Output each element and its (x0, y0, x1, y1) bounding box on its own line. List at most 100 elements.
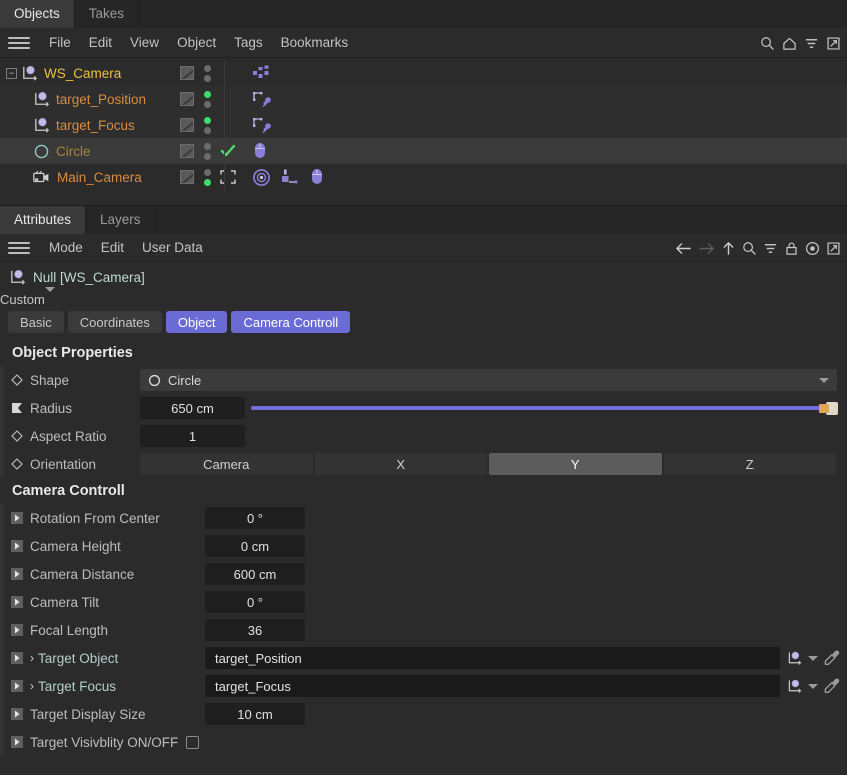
search-icon[interactable] (760, 36, 775, 51)
userdata-icon[interactable] (4, 511, 30, 525)
filter-icon[interactable] (804, 36, 819, 51)
tree-item-label: Circle (56, 143, 91, 159)
target-visibility-checkbox[interactable] (186, 735, 200, 749)
userdata-icon[interactable] (4, 595, 30, 609)
layout-preset-select[interactable]: Custom (0, 287, 847, 307)
orientation-option-y[interactable]: Y (489, 453, 662, 475)
userdata-icon[interactable] (4, 539, 30, 553)
page-title: Null [WS_Camera] (33, 269, 145, 285)
lock-icon[interactable] (784, 241, 799, 256)
menu-edit[interactable]: Edit (92, 234, 133, 262)
target-tag[interactable] (252, 168, 271, 187)
expander-icon[interactable]: − (6, 67, 17, 79)
menu-edit[interactable]: Edit (80, 28, 121, 58)
eyedropper-icon[interactable] (823, 649, 841, 667)
chevron-down-icon[interactable] (808, 683, 818, 689)
focal-length-input[interactable]: 36 (205, 619, 305, 641)
edit-mode-icon[interactable] (180, 144, 194, 158)
edit-mode-icon[interactable] (180, 66, 194, 80)
property-row-orientation: Orientation Camera X Y Z (0, 450, 847, 478)
menu-tags[interactable]: Tags (225, 28, 272, 58)
forward-arrow-icon[interactable] (698, 241, 715, 256)
xpresso-mouse-tag[interactable] (309, 168, 325, 186)
fullscreen-marker-icon[interactable] (220, 170, 236, 184)
target-display-size-input[interactable]: 10 cm (205, 703, 305, 725)
tree-row-target-position[interactable]: target_Position (0, 86, 847, 112)
hamburger-icon[interactable] (8, 35, 30, 51)
menu-mode[interactable]: Mode (40, 234, 92, 262)
menu-file[interactable]: File (40, 28, 80, 58)
tab-layers[interactable]: Layers (86, 206, 156, 234)
rotation-from-center-input[interactable]: 0 ° (205, 507, 305, 529)
menu-bookmarks[interactable]: Bookmarks (272, 28, 358, 58)
property-label: Target Object (38, 650, 119, 666)
shape-select[interactable]: Circle (140, 369, 837, 391)
edit-mode-icon[interactable] (180, 118, 194, 132)
record-icon[interactable] (805, 241, 820, 256)
xpresso-mouse-tag[interactable] (252, 142, 268, 160)
tree-row-target-focus[interactable]: target_Focus (0, 112, 847, 138)
constraint-tag[interactable] (280, 168, 300, 186)
search-icon[interactable] (742, 241, 757, 256)
pill-basic[interactable]: Basic (8, 311, 64, 333)
up-arrow-icon[interactable] (721, 241, 736, 256)
filter-icon[interactable] (763, 241, 778, 256)
chevron-down-icon[interactable] (808, 655, 818, 661)
edit-mode-icon[interactable] (180, 92, 194, 106)
tree-row-ws-camera[interactable]: − WS_Camera (0, 60, 847, 86)
menu-user-data[interactable]: User Data (133, 234, 212, 262)
orientation-option-camera[interactable]: Camera (140, 453, 313, 475)
popout-icon[interactable] (826, 36, 841, 51)
edit-mode-icon[interactable] (180, 170, 194, 184)
chevron-right-icon[interactable]: › (30, 679, 34, 693)
tree-row-circle[interactable]: Circle (0, 138, 847, 164)
target-object-link-field[interactable]: target_Position (205, 647, 780, 669)
popout-icon[interactable] (826, 241, 841, 256)
property-label: Camera Height (30, 538, 121, 554)
attribute-tab-pills: Basic Coordinates Object Camera Controll (0, 307, 847, 340)
slider-handle[interactable] (819, 401, 838, 415)
visibility-dots[interactable] (200, 64, 214, 82)
hamburger-icon[interactable] (8, 240, 30, 256)
userdata-icon[interactable] (4, 567, 30, 581)
tab-takes[interactable]: Takes (75, 0, 140, 28)
camera-height-input[interactable]: 0 cm (205, 535, 305, 557)
menu-object[interactable]: Object (168, 28, 225, 58)
menu-view[interactable]: View (121, 28, 168, 58)
userdata-icon[interactable] (4, 651, 30, 665)
pill-object[interactable]: Object (165, 311, 228, 333)
radius-input[interactable]: 650 cm (140, 397, 245, 419)
object-manager-menubar: File Edit View Object Tags Bookmarks (0, 28, 847, 58)
camera-distance-input[interactable]: 600 cm (205, 563, 305, 585)
userdata-icon[interactable] (4, 679, 30, 693)
tab-objects[interactable]: Objects (0, 0, 75, 28)
home-icon[interactable] (782, 36, 797, 51)
userdata-icon[interactable] (4, 707, 30, 721)
chevron-right-icon[interactable]: › (30, 651, 34, 665)
pill-camera-controll[interactable]: Camera Controll (231, 311, 351, 333)
protection-pin-tag[interactable] (252, 116, 272, 135)
radius-value: 650 cm (171, 400, 214, 416)
aspect-ratio-input[interactable]: 1 (140, 425, 245, 447)
visibility-dots[interactable] (200, 90, 214, 108)
visibility-dots[interactable] (200, 116, 214, 134)
mograph-dots-tag[interactable] (252, 65, 272, 82)
target-object-value: target_Position (215, 650, 302, 666)
back-arrow-icon[interactable] (675, 241, 692, 256)
userdata-icon[interactable] (4, 735, 30, 749)
eyedropper-icon[interactable] (823, 677, 841, 695)
visibility-dots[interactable] (200, 168, 214, 186)
radius-slider[interactable] (251, 397, 838, 419)
camera-tilt-input[interactable]: 0 ° (205, 591, 305, 613)
visibility-dots[interactable] (200, 142, 214, 160)
tree-row-main-camera[interactable]: Main_Camera (0, 164, 847, 190)
keyframe-flag-icon[interactable] (4, 401, 30, 415)
userdata-icon[interactable] (4, 623, 30, 637)
pill-coordinates[interactable]: Coordinates (67, 311, 162, 333)
orientation-option-x[interactable]: X (314, 453, 487, 475)
orientation-option-z[interactable]: Z (663, 453, 836, 475)
target-focus-link-field[interactable]: target_Focus (205, 675, 780, 697)
check-icon[interactable] (220, 144, 236, 158)
tab-attributes[interactable]: Attributes (0, 206, 87, 234)
protection-pin-tag[interactable] (252, 90, 272, 109)
